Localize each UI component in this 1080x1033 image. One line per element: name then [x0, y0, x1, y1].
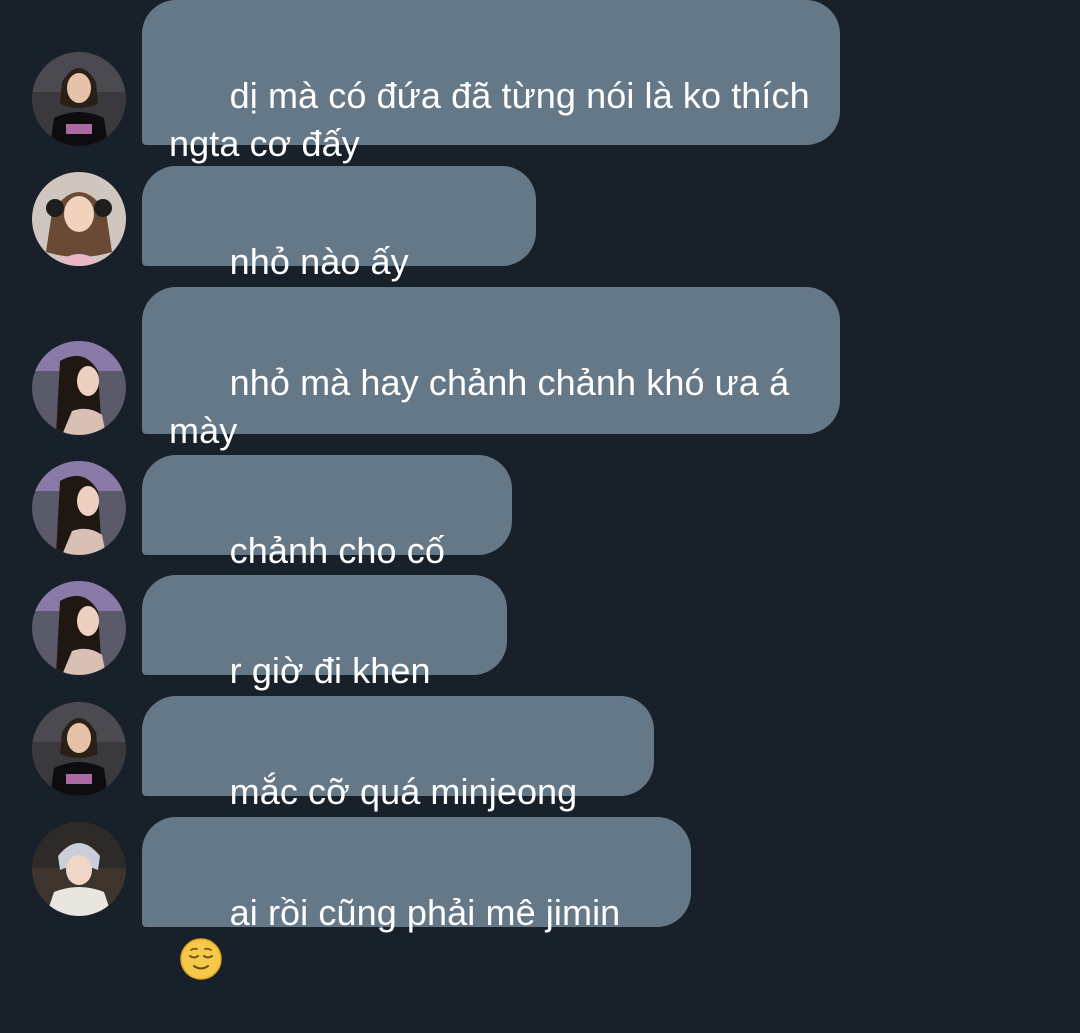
avatar-photo-icon — [32, 172, 126, 266]
avatar[interactable] — [32, 581, 126, 675]
avatar[interactable] — [32, 822, 126, 916]
message-bubble[interactable]: ai rồi cũng phải mê jimin — [142, 817, 691, 980]
message-bubble[interactable]: nhỏ nào ấy mày??? — [142, 166, 536, 330]
avatar-photo-icon — [32, 822, 126, 916]
avatar[interactable] — [32, 461, 126, 555]
message-bubble[interactable]: r giờ đi khen ngta — [142, 575, 507, 739]
message-bubble[interactable]: mắc cỡ quá minjeong ơiiii — [142, 696, 654, 860]
chat-thread: dị mà có đứa đã từng nói là ko thích ngt… — [0, 0, 1080, 980]
avatar[interactable] — [32, 702, 126, 796]
avatar[interactable] — [32, 52, 126, 146]
avatar-photo-icon — [32, 52, 126, 146]
avatar[interactable] — [32, 341, 126, 435]
avatar-photo-icon — [32, 581, 126, 675]
message-text: dị mà có đứa đã từng nói là ko thích ngt… — [169, 75, 820, 164]
message-bubble[interactable]: chảnh cho cố dzô — [142, 455, 512, 619]
message-text: nhỏ mà hay chảnh chảnh khó ưa á mày — [169, 362, 800, 451]
message-bubble[interactable]: dị mà có đứa đã từng nói là ko thích ngt… — [142, 0, 840, 164]
avatar[interactable] — [32, 172, 126, 266]
avatar-photo-icon — [32, 702, 126, 796]
avatar-photo-icon — [32, 341, 126, 435]
message-text: ai rồi cũng phải mê jimin — [229, 892, 621, 933]
avatar-photo-icon — [32, 461, 126, 555]
message-bubble[interactable]: nhỏ mà hay chảnh chảnh khó ưa á mày — [142, 287, 840, 451]
relieved-face-emoji-icon — [180, 938, 222, 980]
